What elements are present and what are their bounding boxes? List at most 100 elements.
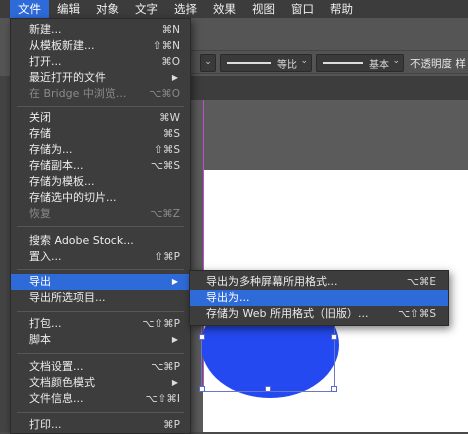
stroke-profile-label: 等比 — [277, 60, 297, 71]
menu-separator — [17, 353, 184, 354]
menu-item-browse-in-bridge[interactable]: 在 Bridge 中浏览... ⌥⌘O — [11, 86, 190, 102]
shortcut-label: ⌥⌘Z — [150, 208, 180, 220]
chevron-down-icon: ⌄ — [204, 57, 212, 67]
menu-item-label: 文档设置... — [29, 360, 84, 373]
menu-item-label: 打印... — [29, 418, 62, 431]
menu-item-label: 导出所选项目... — [29, 291, 106, 304]
shortcut-label: ⌘W — [159, 112, 180, 124]
menu-type[interactable]: 文字 — [127, 0, 166, 18]
shortcut-label: ⌥⌘E — [406, 276, 436, 288]
menu-item-label: 搜索 Adobe Stock... — [29, 234, 134, 247]
menu-item-package[interactable]: 打包... ⌥⇧⌘P — [11, 316, 190, 332]
shortcut-label: ⌥⌘O — [149, 88, 180, 100]
menu-item-label: 脚本 — [29, 333, 51, 346]
menu-item-new[interactable]: 新建... ⌘N — [11, 22, 190, 38]
triangle-right-icon: ▶ — [171, 73, 178, 82]
menu-item-place[interactable]: 置入... ⇧⌘P — [11, 249, 190, 265]
menu-item-search-adobe-stock[interactable]: 搜索 Adobe Stock... — [11, 233, 190, 249]
menu-item-label: 文件信息... — [29, 392, 84, 405]
menu-item-save-as[interactable]: 存储为... ⇧⌘S — [11, 142, 190, 158]
selection-handle[interactable] — [199, 386, 205, 392]
menu-separator — [17, 311, 184, 312]
menu-view[interactable]: 视图 — [244, 0, 283, 18]
selection-handle[interactable] — [265, 386, 271, 392]
opacity-label[interactable]: 不透明度 样 — [410, 56, 466, 71]
menu-item-label: 关闭 — [29, 111, 51, 124]
menu-item-save-a-copy[interactable]: 存储副本... ⌥⌘S — [11, 158, 190, 174]
menu-item-label: 存储 — [29, 127, 51, 140]
menu-item-label: 从模板新建... — [29, 39, 95, 52]
menu-item-open-recent[interactable]: 最近打开的文件 ▶ — [11, 70, 190, 86]
menu-effect[interactable]: 效果 — [205, 0, 244, 18]
menu-item-label: 打开... — [29, 55, 62, 68]
triangle-right-icon: ▶ — [171, 335, 178, 344]
menu-file[interactable]: 文件 — [10, 0, 49, 18]
shortcut-label: ⇧⌘S — [154, 144, 180, 156]
shortcut-label: ⌥⇧⌘S — [397, 308, 436, 320]
menu-item-label: 导出为多种屏幕所用格式... — [206, 275, 338, 288]
menu-select[interactable]: 选择 — [166, 0, 205, 18]
menu-item-label: 恢复 — [29, 207, 51, 220]
shortcut-label: ⇧⌘P — [154, 251, 180, 263]
stroke-preview-line — [227, 62, 271, 64]
menu-item-scripts[interactable]: 脚本 ▶ — [11, 332, 190, 348]
menu-separator — [17, 226, 184, 227]
chevron-down-icon: ⌄ — [392, 56, 400, 66]
menu-item-document-color-mode[interactable]: 文档颜色模式 ▶ — [11, 375, 190, 391]
menu-item-label: 置入... — [29, 250, 62, 263]
menu-item-save[interactable]: 存储 ⌘S — [11, 126, 190, 142]
variable-width-profile-dropdown[interactable]: 等比 ⌄ — [220, 54, 312, 72]
menu-separator — [17, 106, 184, 107]
shortcut-label: ⌥⇧⌘P — [142, 318, 180, 330]
menu-item-label: 最近打开的文件 — [29, 71, 106, 84]
menu-item-label: 存储为 Web 所用格式（旧版）... — [206, 307, 369, 320]
menu-item-save-as-template[interactable]: 存储为模板... — [11, 174, 190, 190]
menu-separator — [17, 412, 184, 413]
menu-item-label: 导出 — [29, 275, 51, 288]
stroke-weight-dropdown[interactable]: ⌄ — [200, 54, 216, 72]
selection-handle[interactable] — [331, 386, 337, 392]
shortcut-label: ⌘P — [163, 419, 180, 431]
menu-item-document-setup[interactable]: 文档设置... ⌥⌘P — [11, 359, 190, 375]
menu-item-label: 导出为... — [206, 291, 250, 304]
menu-item-label: 存储选中的切片... — [29, 191, 117, 204]
submenu-item-export-as[interactable]: 导出为... — [190, 290, 448, 306]
menu-separator — [17, 269, 184, 270]
menu-help[interactable]: 帮助 — [322, 0, 361, 18]
menu-item-file-info[interactable]: 文件信息... ⌥⇧⌘I — [11, 391, 190, 407]
shortcut-label: ⇧⌘N — [152, 40, 180, 52]
menu-item-open[interactable]: 打开... ⌘O — [11, 54, 190, 70]
shortcut-label: ⌥⌘P — [151, 361, 180, 373]
menu-item-label: 新建... — [29, 23, 62, 36]
menu-item-label: 在 Bridge 中浏览... — [29, 87, 127, 100]
triangle-right-icon: ▶ — [171, 378, 178, 387]
file-menu-dropdown: 新建... ⌘N 从模板新建... ⇧⌘N 打开... ⌘O 最近打开的文件 ▶… — [10, 18, 191, 434]
menu-item-export[interactable]: 导出 ▶ — [11, 274, 190, 290]
menu-item-label: 文档颜色模式 — [29, 376, 95, 389]
menu-item-revert[interactable]: 恢复 ⌥⌘Z — [11, 206, 190, 222]
submenu-item-save-for-web-legacy[interactable]: 存储为 Web 所用格式（旧版）... ⌥⇧⌘S — [190, 306, 448, 322]
brush-definition-dropdown[interactable]: 基本 ⌄ — [316, 54, 404, 72]
menu-item-print[interactable]: 打印... ⌘P — [11, 417, 190, 433]
menu-object[interactable]: 对象 — [88, 0, 127, 18]
selection-handle[interactable] — [199, 334, 205, 340]
export-submenu: 导出为多种屏幕所用格式... ⌥⌘E 导出为... 存储为 Web 所用格式（旧… — [189, 270, 449, 326]
shortcut-label: ⌘O — [161, 56, 180, 68]
menu-window[interactable]: 窗口 — [283, 0, 322, 18]
menu-item-close[interactable]: 关闭 ⌘W — [11, 110, 190, 126]
selection-handle[interactable] — [331, 334, 337, 340]
menu-edit[interactable]: 编辑 — [49, 0, 88, 18]
menu-item-label: 打包... — [29, 317, 62, 330]
menu-item-save-selected-slices[interactable]: 存储选中的切片... — [11, 190, 190, 206]
menu-item-label: 存储为模板... — [29, 175, 95, 188]
chevron-down-icon: ⌄ — [300, 56, 308, 66]
submenu-item-export-for-screens[interactable]: 导出为多种屏幕所用格式... ⌥⌘E — [190, 274, 448, 290]
brush-label: 基本 — [369, 60, 389, 71]
menu-item-label: 存储为... — [29, 143, 73, 156]
shortcut-label: ⌥⇧⌘I — [145, 393, 181, 405]
menu-bar: 文件 编辑 对象 文字 选择 效果 视图 窗口 帮助 — [0, 0, 468, 19]
menu-item-new-from-template[interactable]: 从模板新建... ⇧⌘N — [11, 38, 190, 54]
shortcut-label: ⌥⌘S — [150, 160, 180, 172]
triangle-right-icon: ▶ — [171, 277, 178, 286]
menu-item-export-selection[interactable]: 导出所选项目... — [11, 290, 190, 306]
